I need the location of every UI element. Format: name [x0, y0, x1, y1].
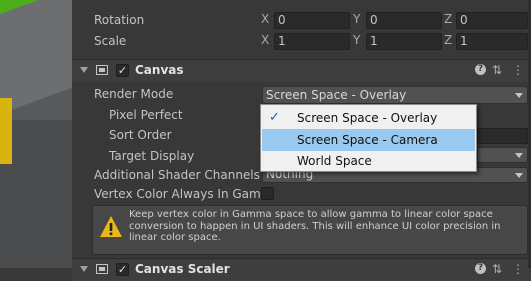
menu-item-screen-space-camera[interactable]: Screen Space - Camera [262, 129, 475, 151]
vertex-color-gamma-checkbox[interactable] [261, 187, 274, 200]
collapse-triangle-icon[interactable] [80, 266, 88, 272]
menu-item-label: World Space [297, 154, 372, 168]
rotation-y-field[interactable]: 0 [366, 12, 442, 29]
pixel-perfect-label: Pixel Perfect [109, 108, 183, 122]
dropdown-arrow-icon [515, 93, 523, 98]
vertex-color-gamma-label: Vertex Color Always In Gamm [94, 187, 273, 201]
sort-order-field[interactable] [477, 128, 528, 144]
scene-view [0, 0, 72, 268]
sort-order-label: Sort Order [109, 128, 172, 142]
canvas-enabled-checkbox[interactable]: ✓ [116, 64, 129, 77]
canvas-scaler-title: Canvas Scaler [135, 262, 230, 276]
collapse-triangle-icon[interactable] [80, 67, 88, 73]
canvas-scaler-enabled-checkbox[interactable]: ✓ [116, 263, 129, 276]
canvas-scaler-header[interactable]: ✓ Canvas Scaler ? ⇅ ⋮ [72, 258, 531, 281]
target-display-dropdown[interactable] [477, 147, 528, 163]
dropdown-arrow-icon [515, 153, 523, 158]
rotation-z-field[interactable]: 0 [456, 12, 528, 29]
canvas-scaler-icon [96, 264, 108, 274]
scene-wall [0, 0, 72, 114]
inspector-panel: Rotation X 0 Y 0 Z 0 Scale X 1 Y 1 Z 1 ✓… [72, 0, 531, 281]
scene-yellow-object [0, 98, 12, 164]
render-mode-dropdown[interactable]: Screen Space - Overlay [262, 86, 528, 104]
preset-settings-icon[interactable]: ⇅ [492, 63, 502, 77]
scale-label: Scale [94, 34, 127, 48]
help-icon[interactable]: ? [475, 263, 486, 274]
render-mode-label: Render Mode [94, 87, 174, 101]
scale-y-field[interactable]: 1 [366, 33, 442, 50]
warning-icon [100, 216, 122, 237]
render-mode-menu: ✓ Screen Space - Overlay Screen Space - … [260, 104, 477, 172]
more-options-icon[interactable]: ⋮ [512, 262, 524, 276]
rotation-label: Rotation [94, 13, 145, 27]
checkmark-icon: ✓ [269, 110, 280, 125]
preset-settings-icon[interactable]: ⇅ [492, 262, 502, 276]
menu-item-label: Screen Space - Overlay [297, 111, 438, 125]
gamma-help-text: Keep vertex color in Gamma space to allo… [129, 209, 501, 243]
scale-row: Scale X 1 Y 1 Z 1 [72, 31, 531, 52]
additional-shader-channels-label: Additional Shader Channels [94, 168, 260, 182]
menu-item-world-space[interactable]: World Space [262, 150, 475, 172]
scale-x-field[interactable]: 1 [274, 33, 350, 50]
help-icon[interactable]: ? [475, 64, 486, 75]
canvas-component-title: Canvas [135, 63, 184, 77]
target-display-label: Target Display [109, 149, 195, 163]
scale-z-field[interactable]: 1 [456, 33, 528, 50]
more-options-icon[interactable]: ⋮ [512, 63, 524, 77]
canvas-component-icon [96, 65, 108, 75]
rotation-x-field[interactable]: 0 [274, 12, 350, 29]
rotation-row: Rotation X 0 Y 0 Z 0 [72, 10, 531, 31]
menu-item-screen-space-overlay[interactable]: ✓ Screen Space - Overlay [262, 107, 475, 129]
canvas-component-header[interactable]: ✓ Canvas ? ⇅ ⋮ [72, 59, 531, 82]
menu-item-label: Screen Space - Camera [297, 133, 438, 147]
gamma-help-box: Keep vertex color in Gamma space to allo… [92, 205, 528, 255]
dropdown-arrow-icon [515, 173, 523, 178]
render-mode-value: Screen Space - Overlay [266, 88, 407, 102]
